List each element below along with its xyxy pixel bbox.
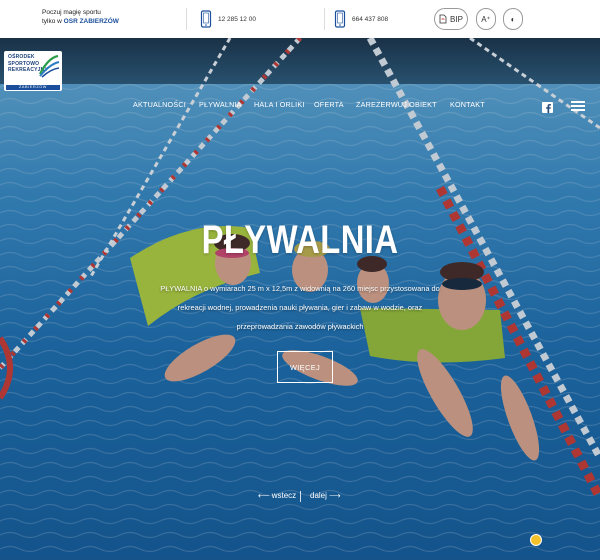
nav-item-plywalnia[interactable]: PŁYWALNIA: [199, 100, 242, 109]
top-bar: Poczuj magię sportu tylko w OSR ZABIERZÓ…: [0, 0, 600, 38]
slide-title: PŁYWALNIA: [201, 218, 399, 262]
logo-bottom: ZABIERZÓW: [6, 85, 60, 90]
tagline-prefix: tylko w: [42, 18, 64, 25]
contrast-icon: ◐: [510, 14, 516, 24]
site-logo[interactable]: OŚRODEK SPORTOWO REKREACYJNY ZABIERZÓW: [4, 51, 62, 91]
slider-pager: ⟵ wstecz dalej ⟶: [0, 491, 600, 503]
prev-slide-button[interactable]: ⟵ wstecz: [258, 491, 296, 500]
more-button[interactable]: WIĘCEJ: [277, 351, 333, 383]
tagline-brand: OSR ZABIERZÓW: [63, 18, 119, 25]
phone-icon: [200, 10, 212, 28]
bip-button[interactable]: BIP: [434, 8, 468, 30]
hero-slider: OŚRODEK SPORTOWO REKREACYJNY ZABIERZÓW A…: [0, 38, 600, 560]
phone-number-2: 664 437 808: [352, 15, 389, 23]
slide-description-line1: PŁYWALNIA o wymiarach 25 m x 12,5m z wid…: [160, 284, 440, 293]
tagline-line2: tylko w OSR ZABIERZÓW: [42, 17, 119, 26]
pager-divider: [300, 491, 301, 502]
logo-wave-icon: [39, 54, 60, 78]
phone-contact-1[interactable]: 12 285 12 00: [200, 10, 256, 28]
tagline: Poczuj magię sportu tylko w OSR ZABIERZÓ…: [42, 8, 119, 26]
slide-description-line3: przeprowadzania zawodów pływackich: [236, 322, 364, 331]
phone-contact-2[interactable]: 664 437 808: [334, 10, 388, 28]
main-nav: AKTUALNOŚCI PŁYWALNIA HALA I ORLIKI OFER…: [0, 100, 600, 114]
accessibility-badge-icon[interactable]: [530, 534, 542, 546]
nav-item-zarezerwuj-obiekt[interactable]: ZAREZERWUJ OBIEKT: [356, 100, 437, 109]
hamburger-menu-icon[interactable]: [571, 101, 585, 111]
nav-item-aktualnosci[interactable]: AKTUALNOŚCI: [133, 100, 186, 109]
phone-icon: [334, 10, 346, 28]
nav-item-hala-i-orliki[interactable]: HALA I ORLIKI: [254, 100, 305, 109]
contrast-button[interactable]: ◐: [503, 8, 523, 30]
topbar-divider: [324, 8, 325, 30]
slide-description: PŁYWALNIA o wymiarach 25 m x 12,5m z wid…: [150, 279, 450, 336]
bip-icon: [439, 14, 447, 24]
slide-description-line2: rekreacji wodnej, prowadzenia nauki pływ…: [177, 303, 423, 312]
font-size-button[interactable]: A⁺: [476, 8, 496, 30]
bip-label: BIP: [450, 14, 463, 24]
next-slide-button[interactable]: dalej ⟶: [310, 491, 341, 500]
topbar-divider: [186, 8, 187, 30]
nav-item-kontakt[interactable]: KONTAKT: [450, 100, 485, 109]
phone-number-1: 12 285 12 00: [218, 15, 256, 23]
facebook-icon[interactable]: [542, 102, 553, 113]
nav-item-oferta[interactable]: OFERTA: [314, 100, 344, 109]
font-size-icon: A⁺: [481, 14, 491, 24]
tagline-line1: Poczuj magię sportu: [42, 9, 101, 16]
